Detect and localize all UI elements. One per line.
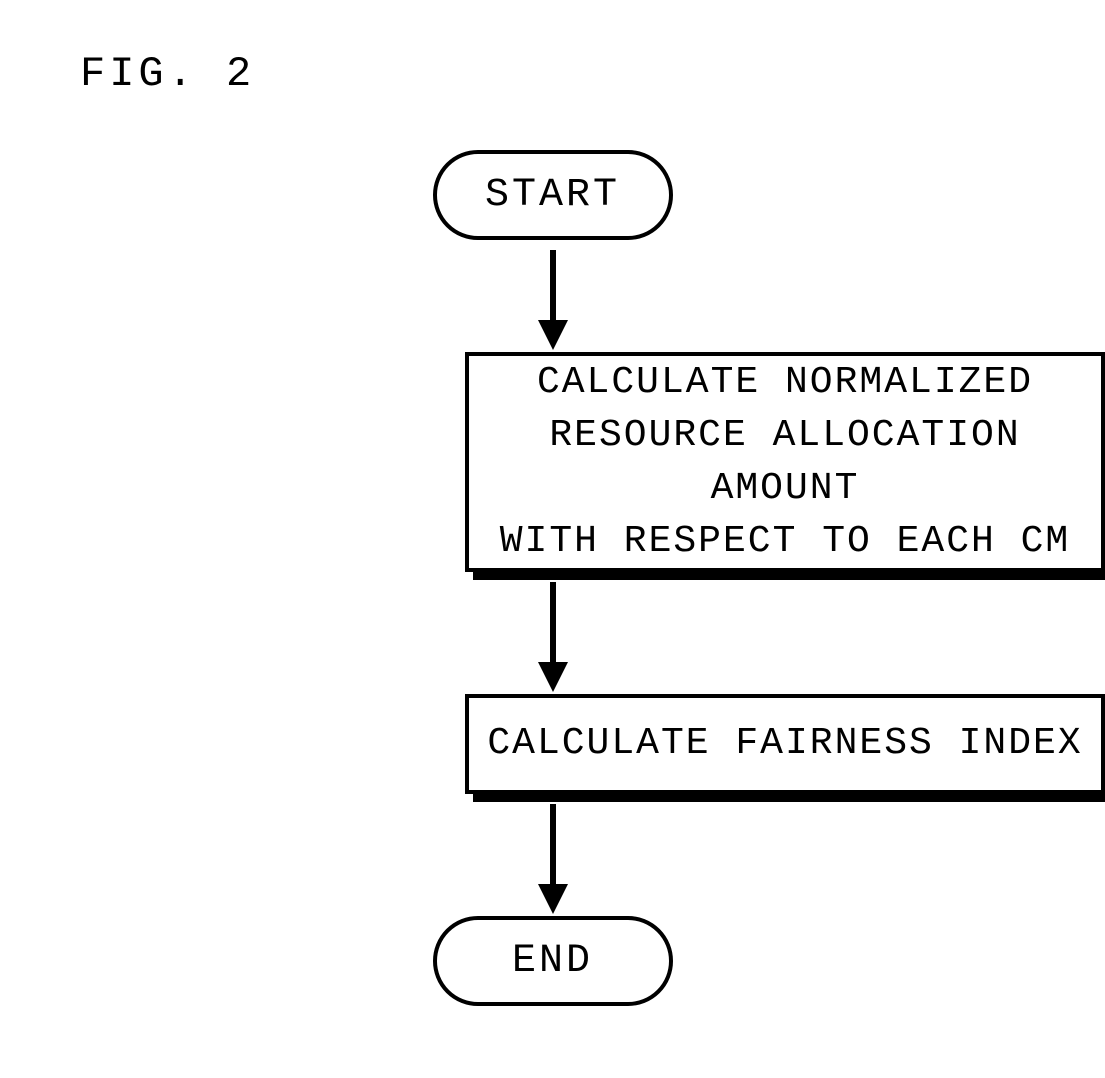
start-terminal: START xyxy=(433,150,673,240)
process-220-wrap: CALCULATE FAIRNESS INDEX 220 xyxy=(465,694,1105,794)
end-label: END xyxy=(512,939,593,984)
end-terminal: END xyxy=(433,916,673,1006)
arrow-start-to-210 xyxy=(0,250,1105,350)
process-220: CALCULATE FAIRNESS INDEX xyxy=(465,694,1105,794)
start-label: START xyxy=(485,173,620,218)
arrow-220-to-end xyxy=(0,804,1105,914)
process-210-text: CALCULATE NORMALIZED RESOURCE ALLOCATION… xyxy=(479,356,1091,569)
process-210: CALCULATE NORMALIZED RESOURCE ALLOCATION… xyxy=(465,352,1105,572)
flowchart: START CALCULATE NORMALIZED RESOURCE ALLO… xyxy=(0,150,1105,1006)
arrow-210-to-220 xyxy=(0,582,1105,692)
process-210-wrap: CALCULATE NORMALIZED RESOURCE ALLOCATION… xyxy=(465,352,1105,572)
figure-label: FIG. 2 xyxy=(80,50,255,98)
process-220-text: CALCULATE FAIRNESS INDEX xyxy=(487,717,1082,770)
